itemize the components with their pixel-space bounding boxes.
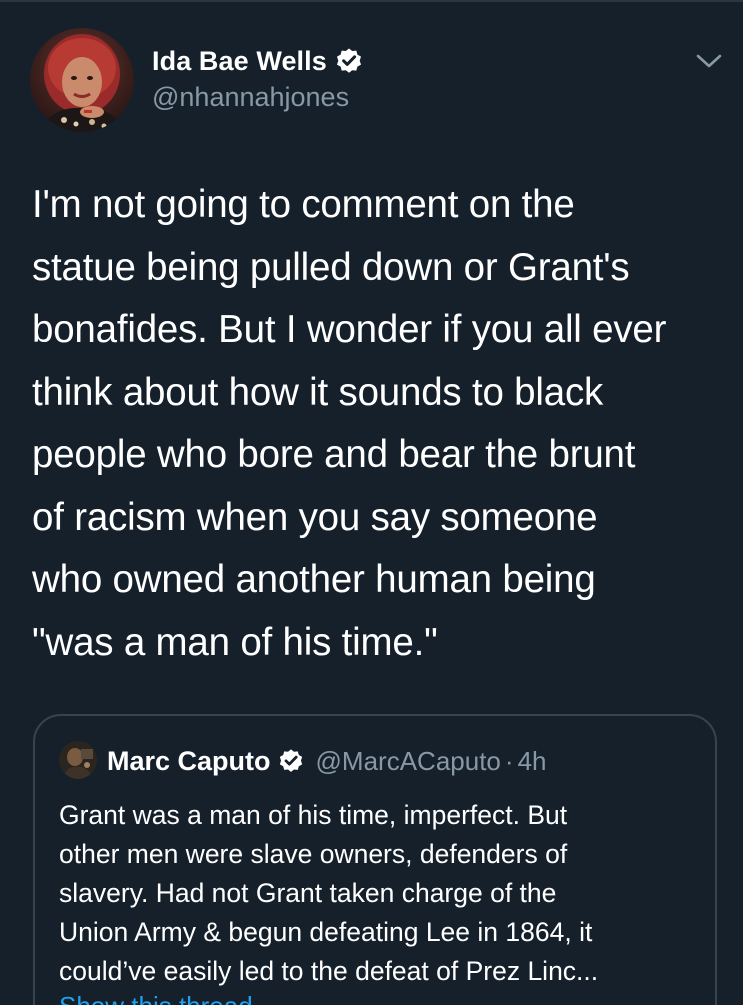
author-handle[interactable]: @nhannahjones <box>152 82 349 113</box>
quoted-verified-badge-icon <box>278 748 304 774</box>
author-name[interactable]: Ida Bae Wells <box>152 46 327 77</box>
quoted-avatar[interactable] <box>59 741 97 779</box>
quoted-author-name[interactable]: Marc Caputo <box>107 746 271 777</box>
quoted-avatar-image <box>59 741 97 779</box>
show-thread-link[interactable]: Show this thread <box>59 991 253 1005</box>
tweet: Ida Bae Wells @nhannahjones I'm not goin… <box>0 0 743 1005</box>
avatar[interactable] <box>30 28 134 132</box>
quoted-timestamp[interactable]: 4h <box>518 746 547 777</box>
quoted-tweet-text: Grant was a man of his time, imperfect. … <box>59 800 599 986</box>
quoted-author-handle[interactable]: @MarcACaputo <box>316 746 501 777</box>
author-name-row[interactable]: Ida Bae Wells <box>152 44 363 78</box>
quoted-separator: · <box>504 745 514 776</box>
avatar-image <box>40 34 124 132</box>
quoted-tweet-card[interactable]: Marc Caputo @MarcACaputo · 4h Grant was … <box>33 714 717 1005</box>
chevron-down-icon[interactable] <box>694 50 724 72</box>
verified-badge-icon <box>335 47 363 75</box>
tweet-text: I'm not going to comment on the statue b… <box>32 183 667 664</box>
quoted-header: Marc Caputo @MarcACaputo · 4h <box>107 744 546 778</box>
